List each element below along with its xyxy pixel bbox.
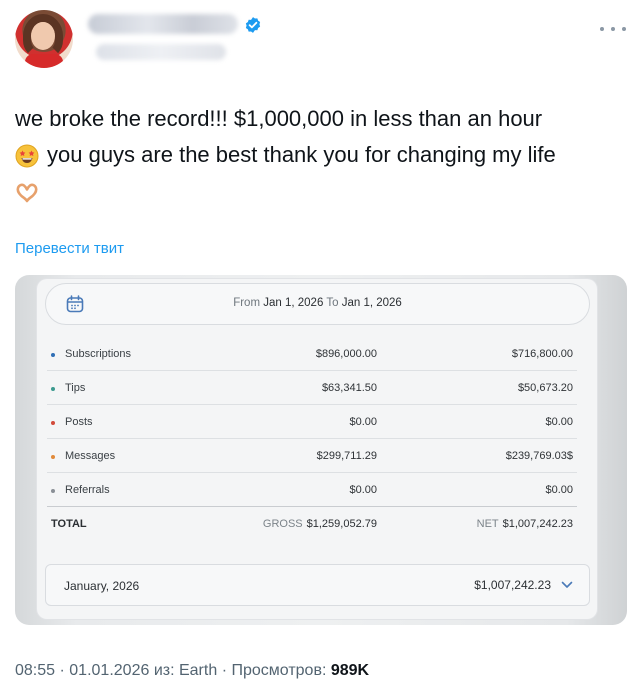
date-range-bar: From Jan 1, 2026 To Jan 1, 2026 [45,283,590,325]
tweet-text: we broke the record!!! $1,000,000 in les… [15,101,620,209]
month-selector[interactable]: January, 2026 $1,007,242.23 [45,564,590,606]
tweet-text-line-1: we broke the record!!! $1,000,000 in les… [15,106,543,131]
from-label: From [233,297,261,309]
row-gross: $0.00 [349,416,377,428]
row-gross: $0.00 [349,484,377,496]
row-gross: $896,000.00 [315,348,377,360]
row-label: Messages [65,450,116,462]
tweet-text-line-2: you guys are the best thank you for chan… [47,142,556,167]
tweet-header [15,10,626,70]
statement-row-subscriptions: Subscriptions $896,000.00 $716,800.00 [47,337,577,371]
translate-tweet-link[interactable]: Перевести твит [15,240,124,257]
row-net: $50,673.20 [517,382,573,394]
bullet-icon [51,489,55,493]
row-net: $0.00 [545,416,573,428]
tweet-time[interactable]: 08:55 [15,662,55,679]
blurred-display-name[interactable] [88,14,238,34]
tweet-date[interactable]: 01.01.2026 [69,662,149,679]
statement-row-referrals: Referrals $0.00 $0.00 [47,473,577,507]
separator: · [221,662,228,679]
blurred-username[interactable] [96,44,226,60]
bullet-icon [51,387,55,391]
row-gross: $63,341.50 [321,382,377,394]
star-struck-emoji-icon [15,144,39,168]
bullet-icon [51,455,55,459]
tweet-source: Earth [178,662,218,679]
more-options-icon[interactable] [600,24,626,34]
row-label: Posts [65,416,93,428]
views-count[interactable]: 989K [331,662,369,679]
net-label: NET [476,518,499,530]
month-label: January, 2026 [64,579,140,593]
views-label: Просмотров: [231,662,327,679]
row-label: Tips [65,382,86,394]
avatar[interactable] [15,10,73,68]
tweet-meta: 08:55 · 01.01.2026 из: Earth · Просмотро… [15,662,369,680]
month-amount: $1,007,242.23 [474,578,551,592]
gross-label: GROSS [262,518,303,530]
source-label: из: [153,662,175,679]
to-date: Jan 1, 2026 [341,297,402,309]
tweet-photo[interactable]: From Jan 1, 2026 To Jan 1, 2026 Subscrip… [15,275,627,625]
date-range-text: From Jan 1, 2026 To Jan 1, 2026 [46,297,589,309]
row-label: Subscriptions [65,348,132,360]
bullet-icon [51,421,55,425]
row-label: Referrals [65,484,110,496]
statement-total-row: TOTAL GROSS $1,259,052.79 NET $1,007,242.2… [47,505,577,539]
from-date: Jan 1, 2026 [263,297,324,309]
separator: · [59,662,65,679]
bullet-icon [51,353,55,357]
net-total: $1,007,242.23 [502,518,573,530]
statement-row-messages: Messages $299,711.29 $239,769.03$ [47,439,577,473]
to-label: To [326,297,339,309]
verified-badge-icon [245,17,261,33]
chevron-down-icon [561,581,573,588]
row-net: $0.00 [545,484,573,496]
total-label: TOTAL [51,518,87,530]
row-net: $239,769.03$ [505,450,573,462]
row-net: $716,800.00 [511,348,573,360]
statement-row-tips: Tips $63,341.50 $50,673.20 [47,371,577,405]
gross-total: $1,259,052.79 [306,518,377,530]
earnings-statement: From Jan 1, 2026 To Jan 1, 2026 Subscrip… [37,279,597,619]
heart-hands-emoji-icon [16,183,38,203]
row-gross: $299,711.29 [316,450,377,462]
statement-row-posts: Posts $0.00 $0.00 [47,405,577,439]
